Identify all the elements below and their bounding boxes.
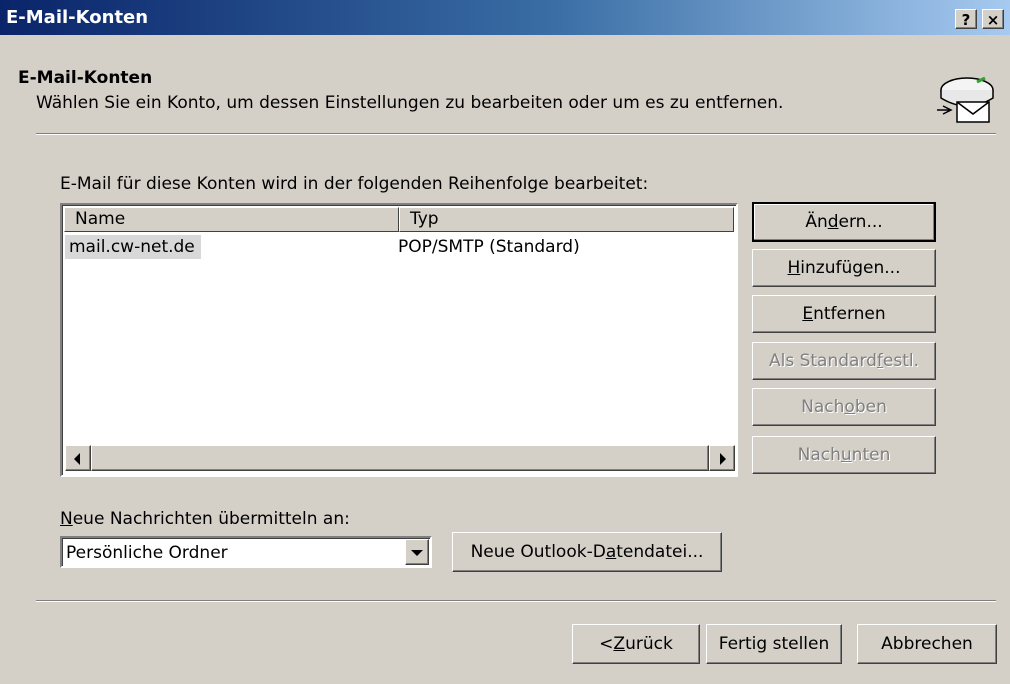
left-arrow-icon xyxy=(74,453,80,465)
remove-button[interactable]: Entfernen xyxy=(752,295,936,333)
back-label-key: Z xyxy=(613,634,626,654)
back-button[interactable]: < Zurück xyxy=(572,624,700,664)
finish-button[interactable]: Fertig stellen xyxy=(706,624,842,664)
move-up-label-key: o xyxy=(844,397,855,417)
add-button[interactable]: Hinzufügen... xyxy=(752,249,936,287)
account-name-cell[interactable]: mail.cw-net.de xyxy=(65,235,201,259)
column-header-type[interactable]: Typ xyxy=(399,207,734,232)
delivery-label-rest: eue Nachrichten übermitteln an: xyxy=(72,509,350,529)
account-type-cell: POP/SMTP (Standard) xyxy=(398,237,580,257)
cancel-button[interactable]: Abbrechen xyxy=(857,624,997,664)
new-data-file-button[interactable]: Neue Outlook-D a tendatei... xyxy=(452,532,722,572)
move-up-label-post: ben xyxy=(854,397,887,417)
column-header-name[interactable]: Name xyxy=(64,207,399,232)
new-file-label-key: a xyxy=(605,542,617,562)
mail-accounts-icon xyxy=(937,76,994,123)
close-button[interactable]: × xyxy=(982,9,1004,29)
remove-label-key: E xyxy=(802,304,814,324)
accounts-list[interactable]: Name Typ mail.cw-net.de POP/SMTP (Standa… xyxy=(60,203,738,477)
change-label-key: d xyxy=(827,212,839,232)
set-default-button[interactable]: Als Standard f estl. xyxy=(752,342,936,380)
title-bar: E-Mail-Konten ? × xyxy=(0,0,1010,35)
new-file-label-post: tendatei... xyxy=(616,542,704,562)
delivery-location-value: Persönliche Ordner xyxy=(66,543,228,563)
scroll-left-button[interactable] xyxy=(65,445,91,471)
move-down-label-key: u xyxy=(840,445,852,465)
add-label-post: inzufügen... xyxy=(800,258,901,278)
add-label-key: H xyxy=(787,258,801,278)
set-default-label-pre: Als Standard xyxy=(768,351,877,371)
header-title: E-Mail-Konten xyxy=(18,68,153,88)
dropdown-button[interactable] xyxy=(405,539,429,565)
help-button[interactable]: ? xyxy=(955,9,977,29)
move-down-button[interactable]: Nach u nten xyxy=(752,436,936,474)
header-subtitle: Wählen Sie ein Konto, um dessen Einstell… xyxy=(36,93,784,113)
back-label-pre: < xyxy=(599,634,614,654)
scroll-thumb[interactable] xyxy=(91,445,709,471)
back-label-post: urück xyxy=(625,634,673,654)
accounts-caption: E-Mail für diese Konten wird in der folg… xyxy=(60,174,649,194)
change-button[interactable]: Än d ern... xyxy=(752,202,936,242)
delivery-label: Neue Nachrichten übermitteln an: xyxy=(60,509,350,529)
horizontal-scrollbar[interactable] xyxy=(65,445,735,471)
window-title: E-Mail-Konten xyxy=(6,7,149,28)
delivery-label-key: N xyxy=(60,509,73,529)
footer-separator xyxy=(36,600,996,602)
set-default-label-post: estl. xyxy=(882,351,920,371)
delivery-location-select[interactable]: Persönliche Ordner xyxy=(60,536,432,568)
change-label-post: ern... xyxy=(838,212,883,232)
move-up-button[interactable]: Nach o ben xyxy=(752,388,936,426)
header-separator xyxy=(36,133,996,135)
move-down-label-post: nten xyxy=(851,445,891,465)
change-label-pre: Än xyxy=(805,212,828,232)
move-up-label-pre: Nach xyxy=(801,397,845,417)
move-down-label-pre: Nach xyxy=(797,445,841,465)
new-file-label-pre: Neue Outlook-D xyxy=(470,542,606,562)
scroll-right-button[interactable] xyxy=(709,445,735,471)
chevron-down-icon xyxy=(411,550,423,556)
right-arrow-icon xyxy=(720,453,726,465)
remove-label-post: ntfernen xyxy=(813,304,886,324)
